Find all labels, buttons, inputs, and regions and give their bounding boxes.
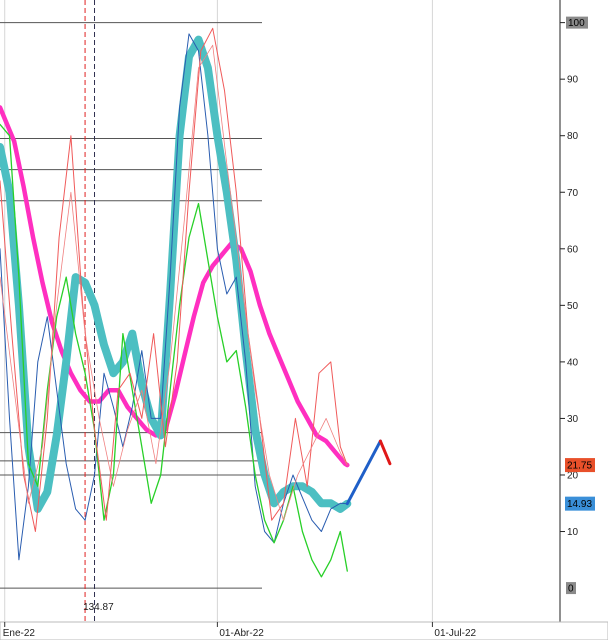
boxed-tick-label: 100 <box>568 18 585 29</box>
value-tag-label: 14.93 <box>567 499 592 510</box>
event-label: 134.87 <box>83 602 114 613</box>
series-line-6 <box>345 439 382 506</box>
x-axis-strip <box>0 621 608 640</box>
series-line-7 <box>378 439 392 466</box>
value-tag-label: 21.75 <box>567 461 592 472</box>
boxed-tick-label: 0 <box>568 584 574 595</box>
series-line-1 <box>0 35 352 513</box>
x-tick-label: 01-Jul-22 <box>434 628 476 639</box>
series-layer <box>0 27 392 578</box>
value-tags: 21.75 14.93 <box>565 458 595 511</box>
x-tick-label: Ene-22 <box>3 628 36 639</box>
x-tick-label: 01-Abr-22 <box>219 628 264 639</box>
y-tick-label: 70 <box>567 188 579 199</box>
y-tick-label: 20 <box>567 470 579 481</box>
y-tick-label: 10 <box>567 527 579 538</box>
y-tick-label: 80 <box>567 131 579 142</box>
y-tick-label: 30 <box>567 414 579 425</box>
y-tick-label: 40 <box>567 357 579 368</box>
y-tick-label: 90 <box>567 75 579 86</box>
chart-svg: 10 20 30 40 50 60 70 80 90 100 0 21.75 14.93 Ene-22… <box>0 0 608 640</box>
y-tick-label: 50 <box>567 301 579 312</box>
y-tick-label: 60 <box>567 244 579 255</box>
